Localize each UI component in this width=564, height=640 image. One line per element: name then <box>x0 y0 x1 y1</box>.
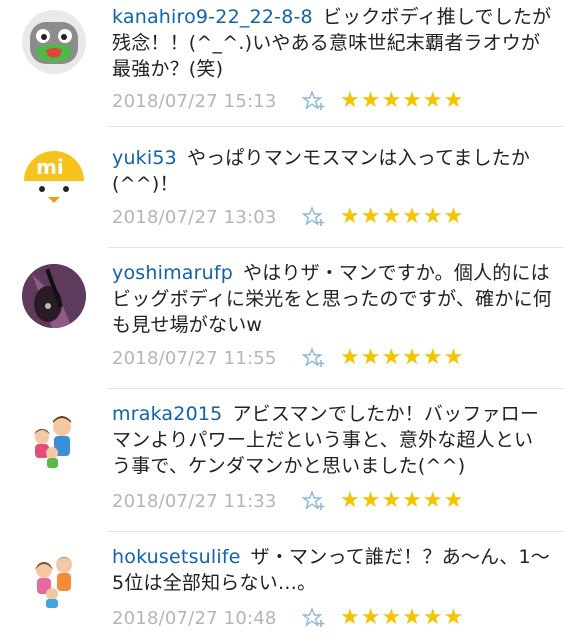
star-rating: ★★★★★★ <box>340 605 465 630</box>
guitar-photo-icon <box>22 264 86 328</box>
avatar[interactable] <box>22 264 86 328</box>
avatar[interactable] <box>22 409 86 473</box>
comment-body: yoshimarufp やはりザ・マンですか。個人的にはビッグボディに栄光をと思っ… <box>112 260 552 338</box>
timestamp: 2018/07/27 11:33 <box>112 490 277 512</box>
timestamp: 2018/07/27 10:48 <box>112 607 277 629</box>
comment-meta: 2018/07/27 10:48 ★★★★★★ <box>112 605 464 631</box>
add-favorite-star-icon[interactable] <box>302 90 326 112</box>
timestamp: 2018/07/27 13:03 <box>112 206 277 228</box>
comment-item: yoshimarufp やはりザ・マンですか。個人的にはビッグボディに栄光をと思っ… <box>0 248 564 388</box>
comment-item: mraka2015 アビスマンでしたか！バッファローマンよりパワー上だという事と、… <box>0 389 564 531</box>
comment-body: kanahiro9-22_22-8-8 ビックボディ推しでしたが残念！！(^_^.… <box>112 4 552 82</box>
add-favorite-star-icon[interactable] <box>302 347 326 369</box>
timestamp: 2018/07/27 15:13 <box>112 90 277 112</box>
comment-meta: 2018/07/27 11:33 ★★★★★★ <box>112 488 464 514</box>
comment-meta: 2018/07/27 13:03 ★★★★★★ <box>112 204 464 230</box>
avatar[interactable] <box>22 10 86 74</box>
comment-meta: 2018/07/27 11:55 ★★★★★★ <box>112 345 464 371</box>
avatar[interactable]: mi <box>22 147 86 211</box>
comment-body: mraka2015 アビスマンでしたか！バッファローマンよりパワー上だという事と、… <box>112 401 552 479</box>
username-link[interactable]: yuki53 <box>112 147 177 169</box>
comment-meta: 2018/07/27 15:13 ★★★★★★ <box>112 88 464 114</box>
robot-face-icon <box>22 10 86 74</box>
avatar[interactable] <box>22 548 86 612</box>
mi-chick-icon: mi <box>22 147 86 211</box>
add-favorite-star-icon[interactable] <box>302 490 326 512</box>
star-rating: ★★★★★★ <box>340 88 465 113</box>
star-rating: ★★★★★★ <box>340 204 465 229</box>
svg-text:mi: mi <box>36 155 64 179</box>
username-link[interactable]: kanahiro9-22_22-8-8 <box>112 6 313 28</box>
family-illustration-icon <box>22 409 86 473</box>
username-link[interactable]: yoshimarufp <box>112 262 233 284</box>
username-link[interactable]: hokusetsulife <box>112 546 241 568</box>
comment-body: yuki53 やっぱりマンモスマンは入ってましたか(^^)！ <box>112 145 552 197</box>
comment-item: mi yuki53 やっぱりマンモスマンは入ってましたか(^^)！ 2018/07… <box>0 127 564 247</box>
username-link[interactable]: mraka2015 <box>112 403 222 425</box>
star-rating: ★★★★★★ <box>340 345 465 370</box>
add-favorite-star-icon[interactable] <box>302 607 326 629</box>
comment-list: kanahiro9-22_22-8-8 ビックボディ推しでしたが残念！！(^_^.… <box>0 0 564 640</box>
comment-item: kanahiro9-22_22-8-8 ビックボディ推しでしたが残念！！(^_^.… <box>0 0 564 120</box>
comment-item: hokusetsulife ザ・マンって誰だ！？あ～ん、1～5位は全部知らない…。… <box>0 532 564 640</box>
family-illustration-icon <box>22 548 86 612</box>
add-favorite-star-icon[interactable] <box>302 206 326 228</box>
star-rating: ★★★★★★ <box>340 488 465 513</box>
timestamp: 2018/07/27 11:55 <box>112 347 277 369</box>
comment-body: hokusetsulife ザ・マンって誰だ！？あ～ん、1～5位は全部知らない…。 <box>112 544 552 596</box>
